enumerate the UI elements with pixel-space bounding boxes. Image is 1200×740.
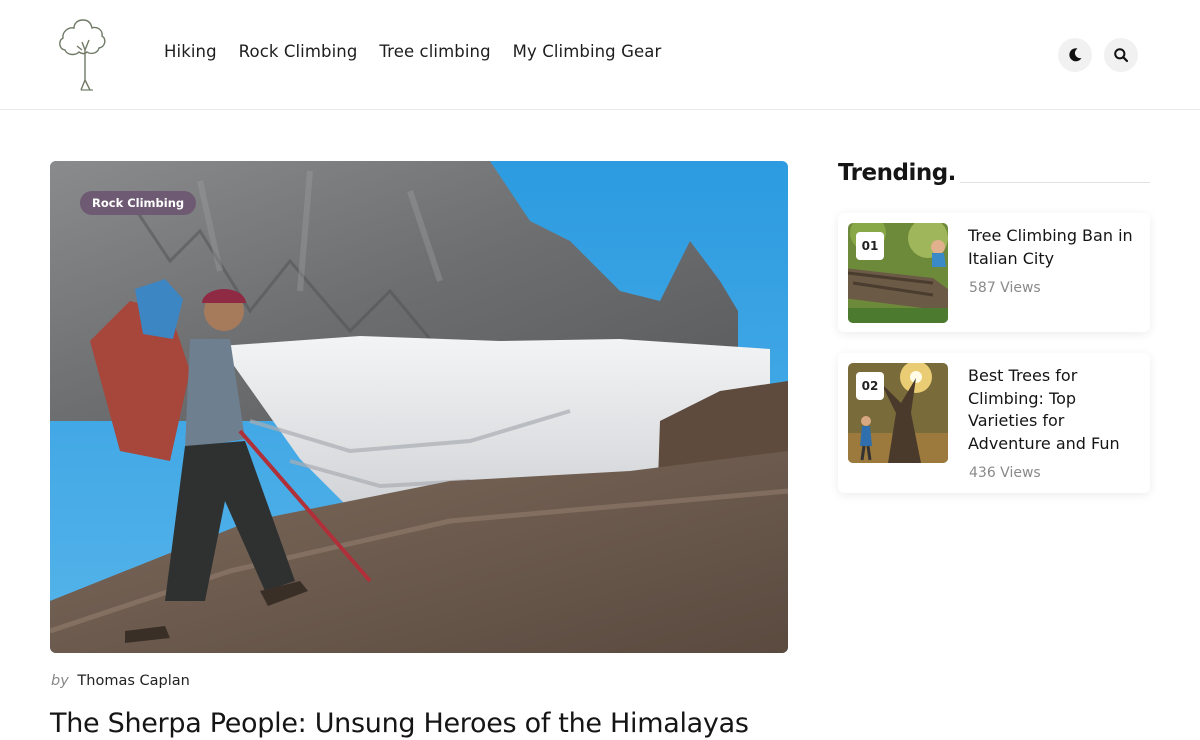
- rank-badge: 01: [856, 232, 884, 260]
- trending-thumbnail[interactable]: 02: [848, 363, 948, 463]
- site-header: Hiking Rock Climbing Tree climbing My Cl…: [0, 0, 1200, 110]
- nav-item-tree-climbing[interactable]: Tree climbing: [379, 42, 490, 61]
- trending-heading: Trending.: [838, 160, 960, 186]
- trending-header: Trending.: [838, 160, 1150, 190]
- dark-mode-toggle[interactable]: [1058, 38, 1092, 72]
- moon-icon: [1069, 48, 1082, 62]
- nav-item-rock-climbing[interactable]: Rock Climbing: [239, 42, 358, 61]
- view-count: 436 Views: [969, 465, 1041, 481]
- trending-thumbnail[interactable]: 01: [848, 223, 948, 323]
- featured-image[interactable]: [50, 161, 788, 653]
- tree-logo-icon[interactable]: [56, 16, 114, 94]
- nav-item-hiking[interactable]: Hiking: [164, 42, 217, 61]
- search-icon: [1114, 48, 1129, 63]
- view-count: 587 Views: [969, 280, 1041, 296]
- category-badge[interactable]: Rock Climbing: [80, 191, 197, 215]
- author-link[interactable]: Thomas Caplan: [77, 673, 189, 689]
- nav-item-my-climbing-gear[interactable]: My Climbing Gear: [513, 42, 662, 61]
- trending-title[interactable]: Best Trees for Climbing: Top Varieties f…: [968, 365, 1138, 455]
- search-button[interactable]: [1104, 38, 1138, 72]
- by-label: by: [51, 673, 69, 689]
- rank-badge: 02: [856, 372, 884, 400]
- byline: by Thomas Caplan: [51, 673, 190, 689]
- post-title[interactable]: The Sherpa People: Unsung Heroes of the …: [50, 708, 749, 739]
- trending-card[interactable]: 02 Best Trees for Climbing: Top Varietie…: [838, 353, 1150, 493]
- trending-title[interactable]: Tree Climbing Ban in Italian City: [968, 225, 1138, 270]
- trending-card[interactable]: 01 Tree Climbing Ban in Italian City 587…: [838, 213, 1150, 332]
- main-nav: Hiking Rock Climbing Tree climbing My Cl…: [164, 42, 661, 61]
